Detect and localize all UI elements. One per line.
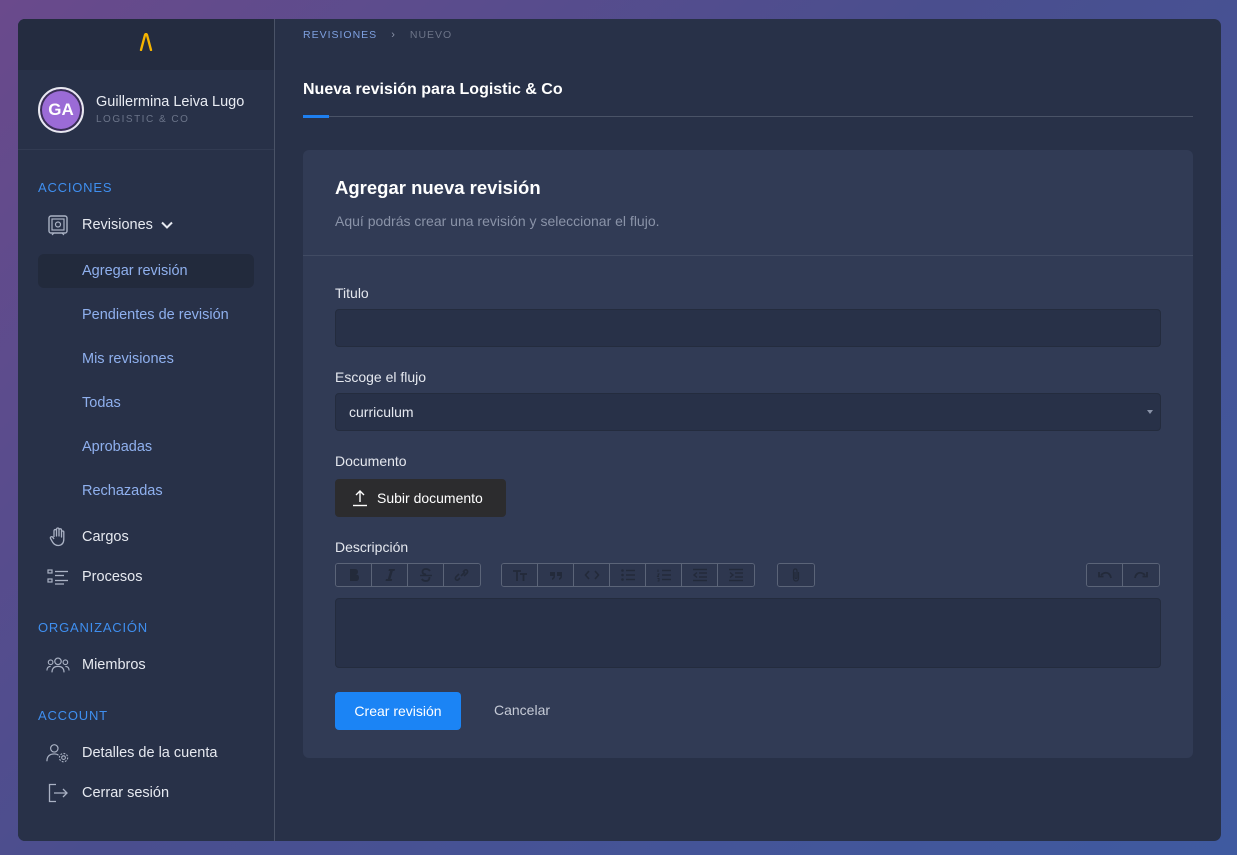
italic-icon[interactable] [372, 564, 408, 586]
breadcrumb-separator: › [391, 29, 396, 41]
toolbar-block-format [501, 563, 755, 587]
user-profile[interactable]: GA Guillermina Leiva Lugo LOGISTIC & CO [18, 70, 274, 150]
sidebar-subitem-todas[interactable]: Todas [38, 386, 254, 420]
sidebar-subitem-rechazadas[interactable]: Rechazadas [38, 474, 254, 508]
title-divider [303, 116, 1193, 117]
attachment-icon[interactable] [778, 564, 814, 586]
sidebar-item-revisiones[interactable]: Revisiones [46, 213, 173, 237]
sidebar-item-cerrar-sesion[interactable]: Cerrar sesión [46, 781, 169, 805]
hand-icon [46, 525, 70, 549]
page-title: Nueva revisión para Logistic & Co [303, 81, 563, 98]
strikethrough-icon[interactable] [408, 564, 444, 586]
user-organization: LOGISTIC & CO [96, 114, 190, 125]
sidebar-item-detalles-cuenta[interactable]: Detalles de la cuenta [46, 741, 217, 765]
flujo-selected-value: curriculum [349, 404, 414, 420]
section-title-acciones: ACCIONES [38, 180, 113, 195]
cancel-button[interactable]: Cancelar [494, 702, 550, 718]
title-accent-bar [303, 115, 329, 118]
new-review-card: Agregar nueva revisión Aquí podrás crear… [303, 150, 1193, 758]
undo-icon[interactable] [1087, 564, 1123, 586]
card-subtitle: Aquí podrás crear una revisión y selecci… [335, 213, 660, 229]
create-review-button[interactable]: Crear revisión [335, 692, 461, 730]
code-icon[interactable] [574, 564, 610, 586]
numbered-list-icon[interactable] [646, 564, 682, 586]
sidebar-subitem-agregar[interactable]: Agregar revisión [38, 254, 254, 288]
logo-bar [18, 19, 274, 70]
descripcion-label: Descripción [335, 539, 409, 555]
sidebar-item-label: Procesos [82, 569, 143, 585]
flujo-select[interactable]: curriculum [335, 393, 1161, 431]
sidebar-subitem-pendientes[interactable]: Pendientes de revisión [38, 298, 254, 332]
sidebar-subitem-mis-revisiones[interactable]: Mis revisiones [38, 342, 254, 376]
heading-icon[interactable] [502, 564, 538, 586]
titulo-input[interactable] [335, 309, 1161, 347]
redo-icon[interactable] [1123, 564, 1159, 586]
caret-down-icon [1147, 410, 1153, 414]
bold-icon[interactable] [336, 564, 372, 586]
card-title: Agregar nueva revisión [335, 177, 541, 198]
sidebar-item-cargos[interactable]: Cargos [46, 525, 129, 549]
users-icon [46, 653, 70, 677]
toolbar-history [1086, 563, 1160, 587]
sidebar-item-procesos[interactable]: Procesos [46, 565, 142, 589]
safe-box-icon [46, 213, 70, 237]
quote-icon[interactable] [538, 564, 574, 586]
upload-button-label: Subir documento [377, 490, 483, 506]
sidebar-item-miembros[interactable]: Miembros [46, 653, 146, 677]
upload-document-button[interactable]: Subir documento [335, 479, 506, 517]
card-header: Agregar nueva revisión Aquí podrás crear… [303, 150, 1193, 256]
main-content: REVISIONES › NUEVO Nueva revisión para L… [275, 19, 1221, 841]
flujo-label: Escoge el flujo [335, 369, 427, 385]
breadcrumb-current: NUEVO [409, 29, 453, 41]
toolbar-attach [777, 563, 815, 587]
section-title-organizacion: ORGANIZACIÓN [38, 620, 148, 635]
descripcion-editor[interactable] [335, 598, 1161, 668]
section-title-account: ACCOUNT [38, 708, 108, 723]
breadcrumb-parent[interactable]: REVISIONES [303, 29, 377, 41]
sidebar-subitem-aprobadas[interactable]: Aprobadas [38, 430, 254, 464]
toolbar-text-format [335, 563, 481, 587]
app-window: GA Guillermina Leiva Lugo LOGISTIC & CO … [18, 19, 1221, 841]
link-icon[interactable] [444, 564, 480, 586]
sidebar-item-label: Detalles de la cuenta [82, 745, 218, 761]
sidebar: GA Guillermina Leiva Lugo LOGISTIC & CO … [18, 19, 275, 841]
sidebar-item-label: Cerrar sesión [82, 785, 170, 801]
outdent-icon[interactable] [682, 564, 718, 586]
user-name: Guillermina Leiva Lugo [96, 94, 245, 110]
indent-icon[interactable] [718, 564, 754, 586]
sidebar-item-label: Cargos [82, 529, 129, 545]
avatar: GA [38, 86, 84, 133]
breadcrumb: REVISIONES › NUEVO [303, 29, 452, 41]
logo-icon[interactable] [139, 32, 153, 56]
titulo-label: Titulo [335, 285, 369, 301]
documento-label: Documento [335, 453, 407, 469]
upload-icon [351, 489, 369, 507]
chevron-down-icon [161, 221, 173, 229]
user-settings-icon [46, 741, 70, 765]
sidebar-item-label: Miembros [82, 657, 146, 673]
sidebar-item-label: Revisiones [82, 217, 153, 233]
list-steps-icon [46, 565, 70, 589]
bullet-list-icon[interactable] [610, 564, 646, 586]
logout-icon [46, 781, 70, 805]
